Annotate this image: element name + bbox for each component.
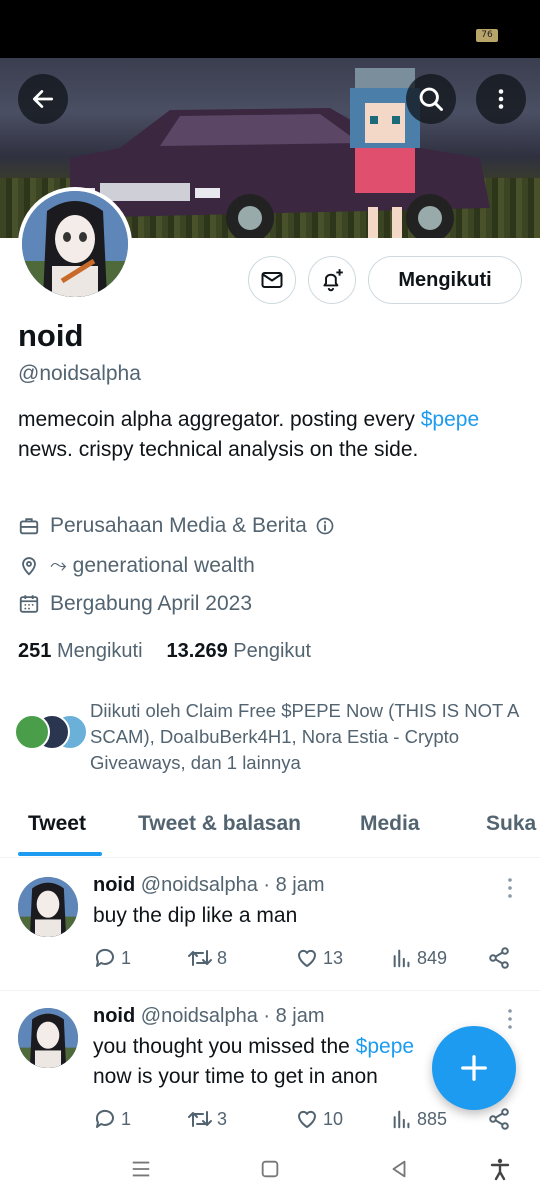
- follower-avatar: [14, 714, 50, 750]
- system-navigation-bar: [0, 1140, 540, 1200]
- accessibility-icon: [490, 1158, 510, 1181]
- profile-location: ⤳ generational wealth: [18, 554, 255, 578]
- mail-icon: [261, 272, 283, 288]
- profile-bio: memecoin alpha aggregator. posting every…: [18, 408, 480, 461]
- profile-category: Perusahaan Media & Berita: [18, 514, 345, 538]
- like-button[interactable]: 13: [295, 946, 391, 970]
- back-nav-button[interactable]: [384, 1154, 414, 1184]
- square-icon: [261, 1160, 279, 1178]
- tab-media[interactable]: Media: [360, 812, 420, 836]
- retweet-button[interactable]: 3: [187, 1107, 295, 1131]
- bell-plus-icon: [323, 269, 343, 292]
- tab-tweets[interactable]: Tweet: [28, 812, 86, 836]
- followed-by-avatars: [14, 714, 90, 754]
- tweet-header: noid @noidsalpha · 8 jam: [93, 874, 325, 897]
- tweet-actions: 1 3 10 885: [93, 1107, 513, 1131]
- compose-tweet-button[interactable]: [432, 1026, 516, 1110]
- share-button[interactable]: [487, 1107, 511, 1131]
- triangle-back-icon: [392, 1160, 406, 1178]
- active-tab-indicator: [18, 852, 102, 856]
- profile-avatar[interactable]: [18, 187, 132, 301]
- reply-icon: [95, 948, 114, 967]
- tweet-meta: @noidsalpha · 8 jam: [140, 874, 325, 896]
- recent-apps-button[interactable]: [126, 1154, 156, 1184]
- reply-button[interactable]: 1: [93, 946, 187, 970]
- menu-lines-icon: [132, 1161, 150, 1177]
- location-pin-icon: [22, 557, 36, 576]
- tweet[interactable]: noid @noidsalpha · 8 jam buy the dip lik…: [0, 860, 540, 990]
- search-button[interactable]: [406, 74, 456, 124]
- tweet-more-icon[interactable]: [502, 876, 518, 900]
- accessibility-button[interactable]: [485, 1154, 515, 1184]
- followed-by-text: Diikuti oleh Claim Free $PEPE Now (THIS …: [90, 700, 519, 773]
- share-icon: [489, 947, 509, 969]
- avatar-image: [22, 191, 128, 297]
- retweet-button[interactable]: 8: [187, 946, 295, 970]
- following-count-link[interactable]: 251 Mengikuti: [18, 640, 143, 663]
- joined-label: Bergabung April 2023: [50, 592, 252, 615]
- location-label: ⤳ generational wealth: [50, 554, 255, 577]
- back-button[interactable]: [18, 74, 68, 124]
- more-vertical-icon: [498, 89, 504, 109]
- avatar-image: [18, 877, 78, 937]
- views-button[interactable]: 885: [391, 1108, 487, 1130]
- like-button[interactable]: 10: [295, 1107, 391, 1131]
- bio-cashtag-link[interactable]: $pepe: [421, 408, 479, 431]
- retweet-icon: [188, 950, 212, 966]
- status-bar: 76: [0, 0, 540, 58]
- follow-counts: 251 Mengikuti 13.269 Pengikut: [18, 640, 311, 663]
- plus-icon: [461, 1055, 487, 1081]
- message-button[interactable]: [248, 256, 296, 304]
- tab-tweets-replies[interactable]: Tweet & balasan: [138, 812, 301, 836]
- share-icon: [489, 1108, 509, 1130]
- tweet-cashtag-link[interactable]: $pepe: [356, 1035, 414, 1058]
- tweet-avatar[interactable]: [18, 1008, 78, 1068]
- tweet-avatar[interactable]: [18, 877, 78, 937]
- category-label: Perusahaan Media & Berita: [50, 514, 307, 537]
- notify-button[interactable]: [308, 256, 356, 304]
- tweet-more-icon[interactable]: [502, 1007, 518, 1031]
- followers-count-link[interactable]: 13.269 Pengikut: [167, 640, 312, 663]
- profile-handle: @noidsalpha: [18, 362, 141, 385]
- calendar-icon: [19, 595, 39, 613]
- briefcase-icon: [19, 518, 39, 535]
- heart-icon: [298, 949, 316, 967]
- battery-indicator: 76: [476, 29, 498, 42]
- profile-name: noid: [18, 318, 84, 353]
- views-chart-icon: [393, 1110, 410, 1129]
- share-button[interactable]: [487, 946, 511, 970]
- avatar-image: [18, 1008, 78, 1068]
- heart-icon: [298, 1110, 316, 1128]
- views-chart-icon: [393, 949, 410, 968]
- tweet-meta: @noidsalpha · 8 jam: [140, 1005, 325, 1027]
- search-icon: [419, 87, 443, 111]
- info-icon[interactable]: [315, 516, 335, 536]
- home-button[interactable]: [255, 1154, 285, 1184]
- profile-tabs: Tweet Tweet & balasan Media Suka: [0, 800, 540, 858]
- followed-by[interactable]: Diikuti oleh Claim Free $PEPE Now (THIS …: [14, 698, 524, 776]
- tab-likes[interactable]: Suka: [486, 812, 536, 836]
- more-options-button[interactable]: [476, 74, 526, 124]
- tweet-header: noid @noidsalpha · 8 jam: [93, 1005, 325, 1028]
- retweet-icon: [188, 1111, 212, 1127]
- reply-button[interactable]: 1: [93, 1107, 187, 1131]
- tweet-author-name[interactable]: noid: [93, 874, 135, 896]
- profile-joined: Bergabung April 2023: [18, 592, 252, 616]
- reply-icon: [95, 1109, 114, 1128]
- arrow-left-icon: [32, 90, 54, 108]
- views-button[interactable]: 849: [391, 947, 487, 969]
- following-button[interactable]: Mengikuti: [368, 256, 522, 304]
- tweet-actions: 1 8 13 849: [93, 946, 513, 970]
- tweet-text: buy the dip like a man: [93, 904, 298, 927]
- tweet-author-name[interactable]: noid: [93, 1005, 135, 1027]
